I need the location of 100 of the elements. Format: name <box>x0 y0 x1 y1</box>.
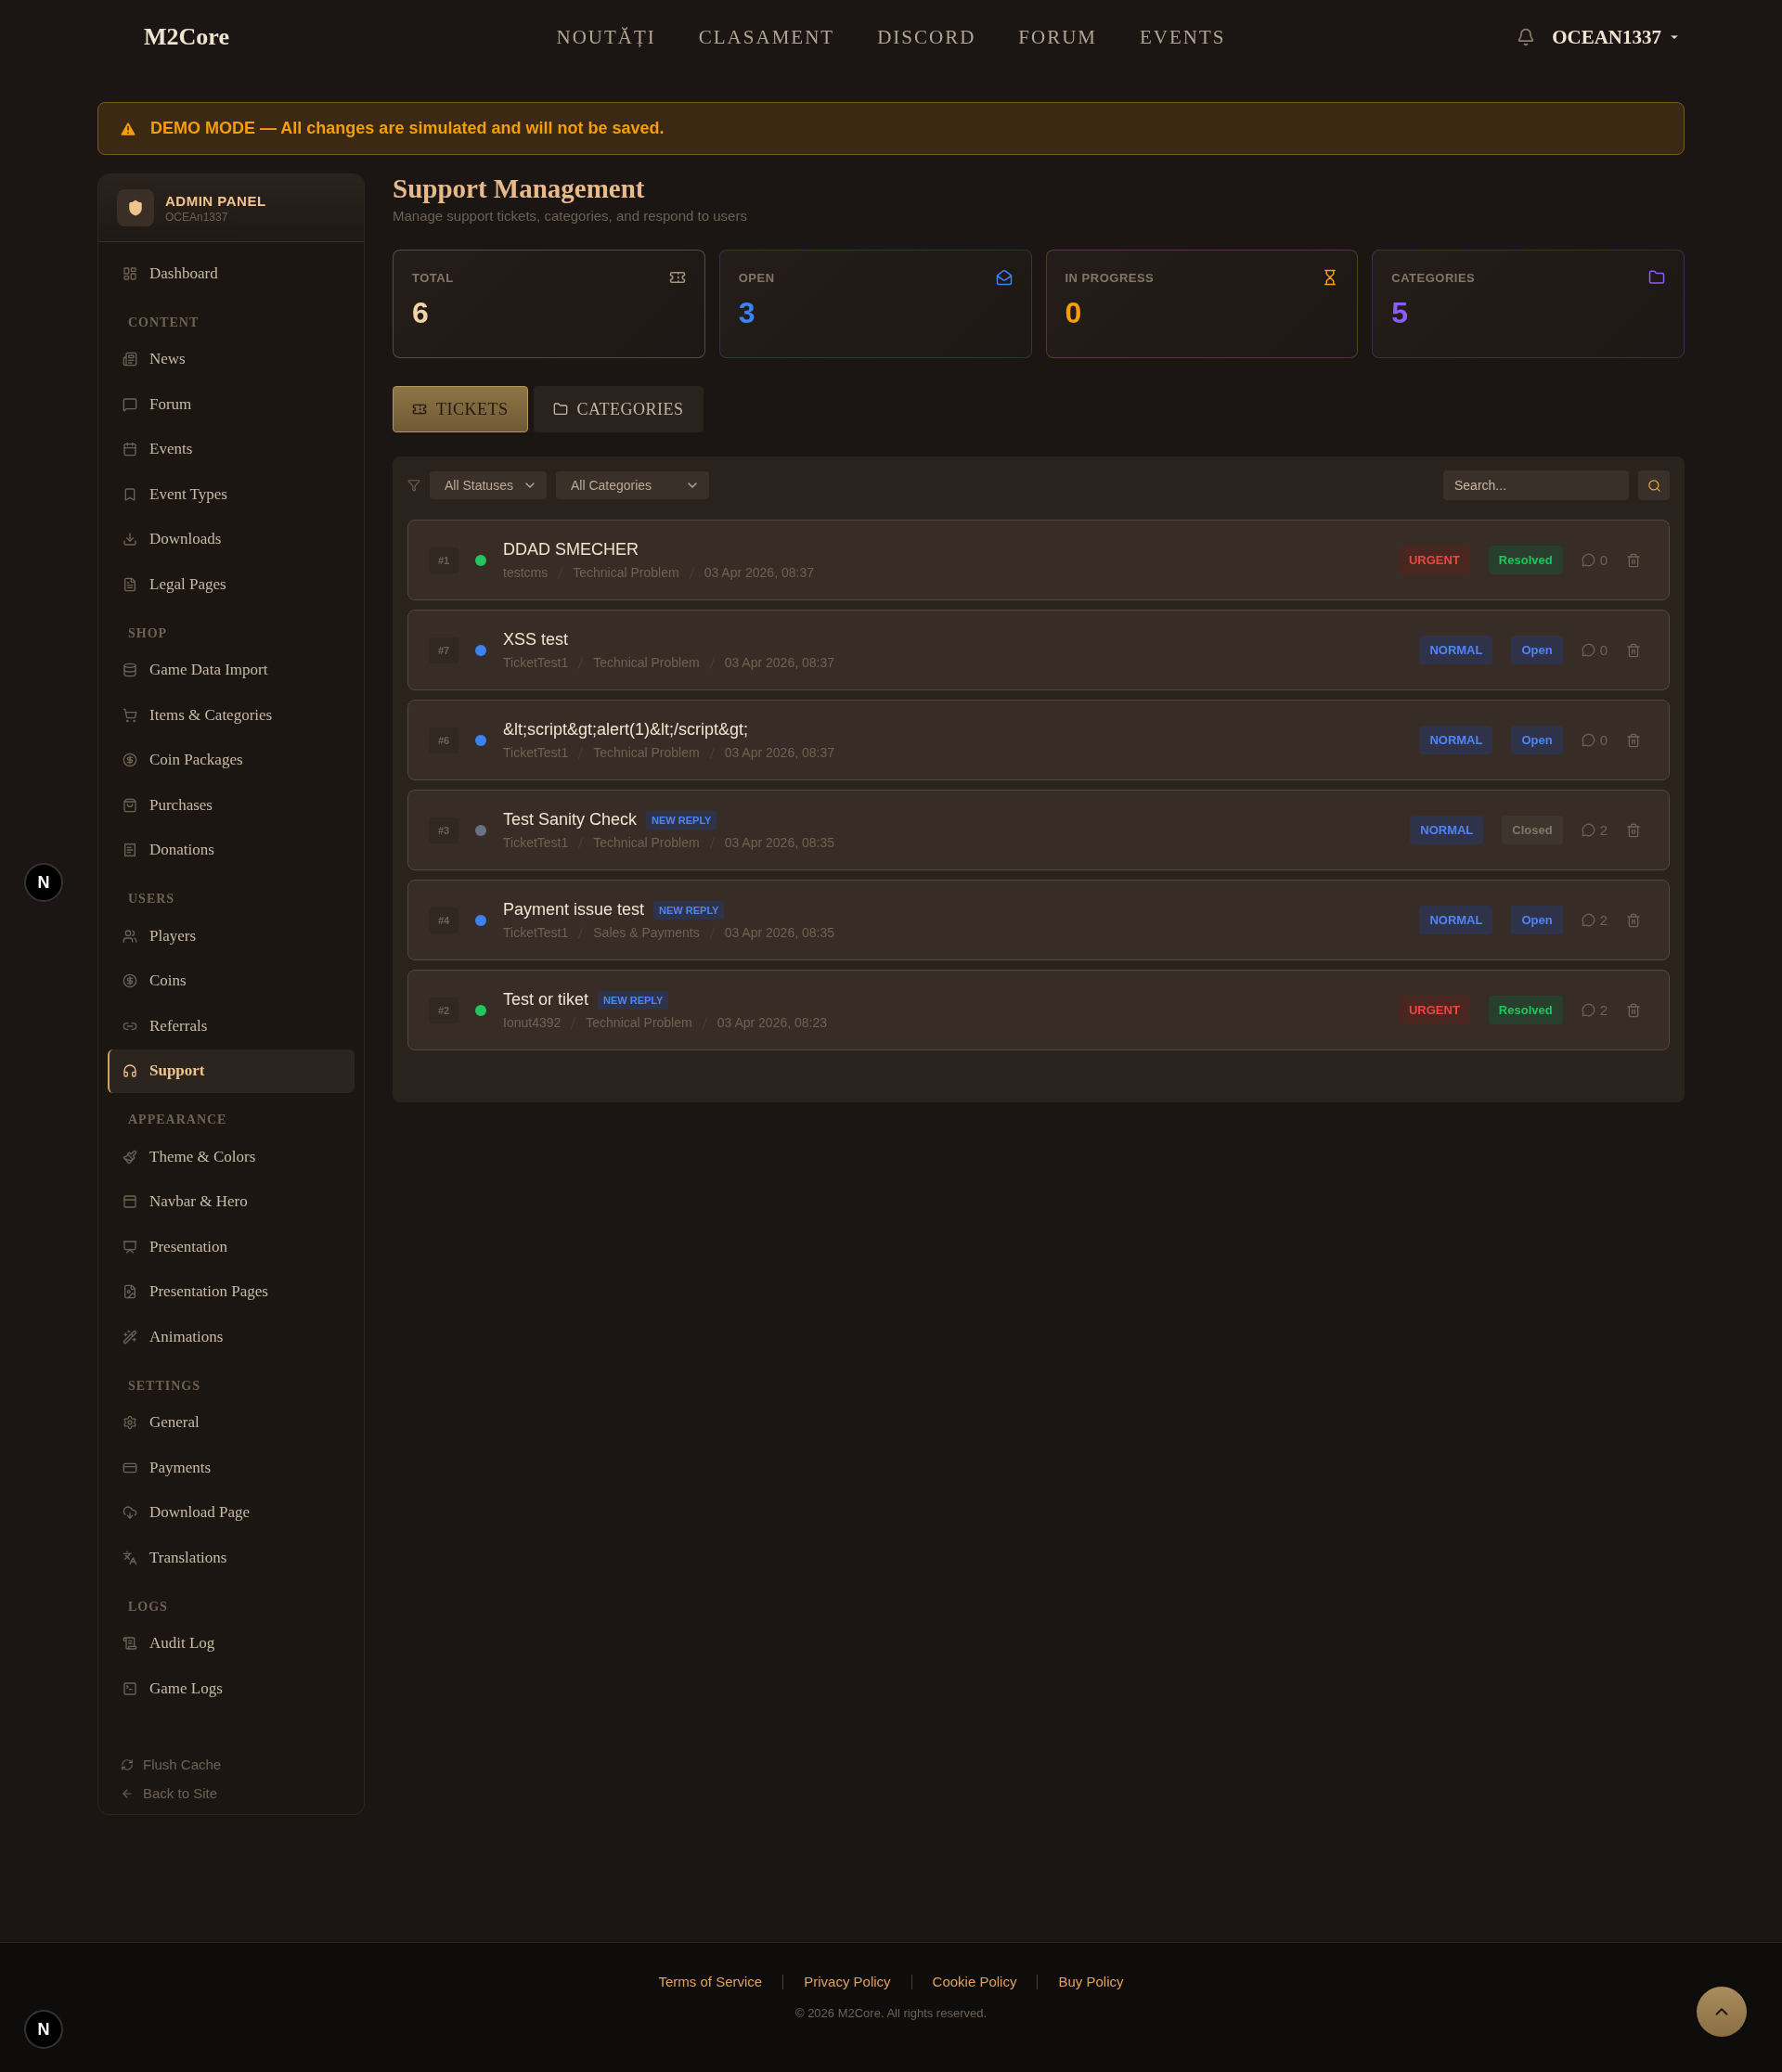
sidebar-item[interactable]: Downloads <box>108 517 355 561</box>
ticket-id: #7 <box>429 637 458 663</box>
ticket-user: Ionut4392 <box>503 1015 562 1030</box>
sidebar-item[interactable]: Referrals <box>108 1004 355 1048</box>
sidebar-item[interactable]: Presentation Pages <box>108 1269 355 1314</box>
sidebar-item[interactable]: Animations <box>108 1315 355 1358</box>
user-menu[interactable]: OCEAN1337 <box>1552 25 1680 49</box>
trash-icon <box>1626 732 1641 748</box>
stat-value: 3 <box>738 296 755 330</box>
reply-count: 2 <box>1581 822 1608 838</box>
search-field[interactable]: Search... <box>1443 470 1629 500</box>
nav-link[interactable]: DISCORD <box>877 25 976 49</box>
terminal-icon <box>123 1680 137 1696</box>
sidebar-item[interactable]: Download Page <box>108 1490 355 1535</box>
sidebar-item[interactable]: Coins <box>108 959 355 1003</box>
sidebar-item[interactable]: Translations <box>108 1536 355 1579</box>
notification-bell-icon[interactable] <box>1517 28 1536 46</box>
sidebar-item[interactable]: Theme & Colors <box>108 1135 355 1178</box>
filter-icon <box>407 479 420 492</box>
nav-link[interactable]: FORUM <box>1018 25 1097 49</box>
nav-link[interactable]: EVENTS <box>1140 25 1226 49</box>
sidebar-item[interactable]: Items & Categories <box>108 693 355 737</box>
footer-link[interactable]: Cookie Policy <box>932 1974 1017 1989</box>
dev-indicator[interactable]: N <box>24 863 63 902</box>
delete-button[interactable] <box>1626 1002 1641 1018</box>
sidebar-item[interactable]: Forum <box>108 382 355 426</box>
ticket-id: #1 <box>429 547 458 573</box>
sidebar-item[interactable]: Legal Pages <box>108 562 355 606</box>
site-logo[interactable]: M2Core <box>144 23 229 51</box>
tab[interactable]: CATEGORIES <box>533 386 704 432</box>
ticket-category: Technical Problem <box>593 745 700 760</box>
cloud-download-icon <box>123 1505 137 1520</box>
ticket-id: #3 <box>429 817 458 843</box>
stat-label: TOTAL <box>412 271 454 285</box>
delete-button[interactable] <box>1626 642 1641 658</box>
coin-icon <box>123 753 137 767</box>
sidebar-item[interactable]: Support <box>108 1049 355 1093</box>
paintbrush-icon <box>123 1149 137 1165</box>
folder-icon <box>1648 269 1665 286</box>
sidebar-item[interactable]: Coin Packages <box>108 738 355 782</box>
ticket-row[interactable]: #3 Test Sanity Check NEW REPLY TicketTest1 Technical Problem 03 Apr 2026, 08:35 NORMAL Closed 2 <box>407 790 1670 870</box>
page-subtitle: Manage support tickets, categories, and respond to users <box>393 208 747 224</box>
sidebar-item[interactable]: Donations <box>108 828 355 872</box>
ticket-row[interactable]: #6 &lt;script&gt;alert(1)&lt;/script&gt; TicketTest1 Technical Problem 03 Apr 2026, 08:37 NORMAL Open 0 <box>407 700 1670 780</box>
sidebar-item[interactable]: Game Data Import <box>108 648 355 692</box>
footer-link[interactable]: Terms of Service <box>658 1974 763 1989</box>
status-badge: Open <box>1511 906 1563 934</box>
ticket-icon <box>412 402 427 417</box>
delete-button[interactable] <box>1626 822 1641 838</box>
ticket-row[interactable]: #1 DDAD SMECHER testcms Technical Problem 03 Apr 2026, 08:37 URGENT Resolved 0 <box>407 520 1670 600</box>
sidebar-item[interactable]: Audit Log <box>108 1621 355 1666</box>
sidebar-item[interactable]: Navbar & Hero <box>108 1179 355 1224</box>
ticket-date: 03 Apr 2026, 08:23 <box>717 1015 827 1030</box>
sidebar-item[interactable]: General <box>108 1400 355 1445</box>
ticket-row[interactable]: #7 XSS test TicketTest1 Technical Problem 03 Apr 2026, 08:37 NORMAL Open 0 <box>407 610 1670 690</box>
easel-icon <box>123 1239 137 1255</box>
sidebar-item[interactable]: Events <box>108 427 355 471</box>
list-icon <box>123 1636 137 1651</box>
ticket-row[interactable]: #2 Test or tiket NEW REPLY Ionut4392 Technical Problem 03 Apr 2026, 08:23 URGENT Resolved 2 <box>407 970 1670 1050</box>
nav-link[interactable]: CLASAMENT <box>698 25 835 49</box>
sidebar-item[interactable]: Dashboard <box>108 251 355 295</box>
footer-link[interactable]: Privacy Policy <box>804 1974 891 1989</box>
sidebar-item[interactable]: Event Types <box>108 472 355 516</box>
delete-button[interactable] <box>1626 912 1641 928</box>
comment-icon <box>1581 1003 1595 1017</box>
sidebar-item[interactable]: Presentation <box>108 1225 355 1268</box>
coin-icon <box>123 973 137 988</box>
search-button[interactable] <box>1638 470 1670 500</box>
sidebar-item[interactable]: Game Logs <box>108 1667 355 1710</box>
bag-icon <box>123 797 137 813</box>
section-heading: USERS <box>127 891 175 907</box>
trash-icon <box>1626 552 1641 568</box>
sidebar-item[interactable]: Purchases <box>108 783 355 827</box>
ticket-category: Technical Problem <box>586 1015 692 1030</box>
ticket-category: Sales & Payments <box>593 925 700 940</box>
ticket-title: XSS test <box>503 630 569 650</box>
settings-icon <box>123 1415 137 1430</box>
translate-icon <box>123 1550 137 1565</box>
ticket-row[interactable]: #4 Payment issue test NEW REPLY TicketTest1 Sales & Payments 03 Apr 2026, 08:35 NORMAL Open 2 <box>407 880 1670 960</box>
sidebar-item[interactable]: Payments <box>108 1446 355 1489</box>
trash-icon <box>1626 642 1641 658</box>
stat-value: 5 <box>1391 296 1409 330</box>
comment-icon <box>1581 913 1595 927</box>
trash-icon <box>1626 1002 1641 1018</box>
layout-icon <box>123 1194 137 1209</box>
status-dropdown[interactable]: All Statuses <box>430 471 547 499</box>
delete-button[interactable] <box>1626 732 1641 748</box>
comment-icon <box>1581 643 1595 657</box>
trash-icon <box>1626 822 1641 838</box>
calendar-icon <box>123 442 137 457</box>
sidebar-item[interactable]: News <box>108 337 355 381</box>
category-dropdown[interactable]: All Categories <box>555 471 709 499</box>
folder-icon <box>552 402 568 417</box>
delete-button[interactable] <box>1626 552 1641 568</box>
footer-link[interactable]: Buy Policy <box>1058 1974 1124 1989</box>
section-heading: CONTENT <box>127 314 200 331</box>
copyright: © 2026 M2Core. All rights reserved. <box>794 2006 988 2020</box>
sidebar-item[interactable]: Players <box>108 914 355 958</box>
nav-link[interactable]: NOUTĂȚI <box>556 25 656 49</box>
status-badge: Open <box>1511 726 1563 754</box>
